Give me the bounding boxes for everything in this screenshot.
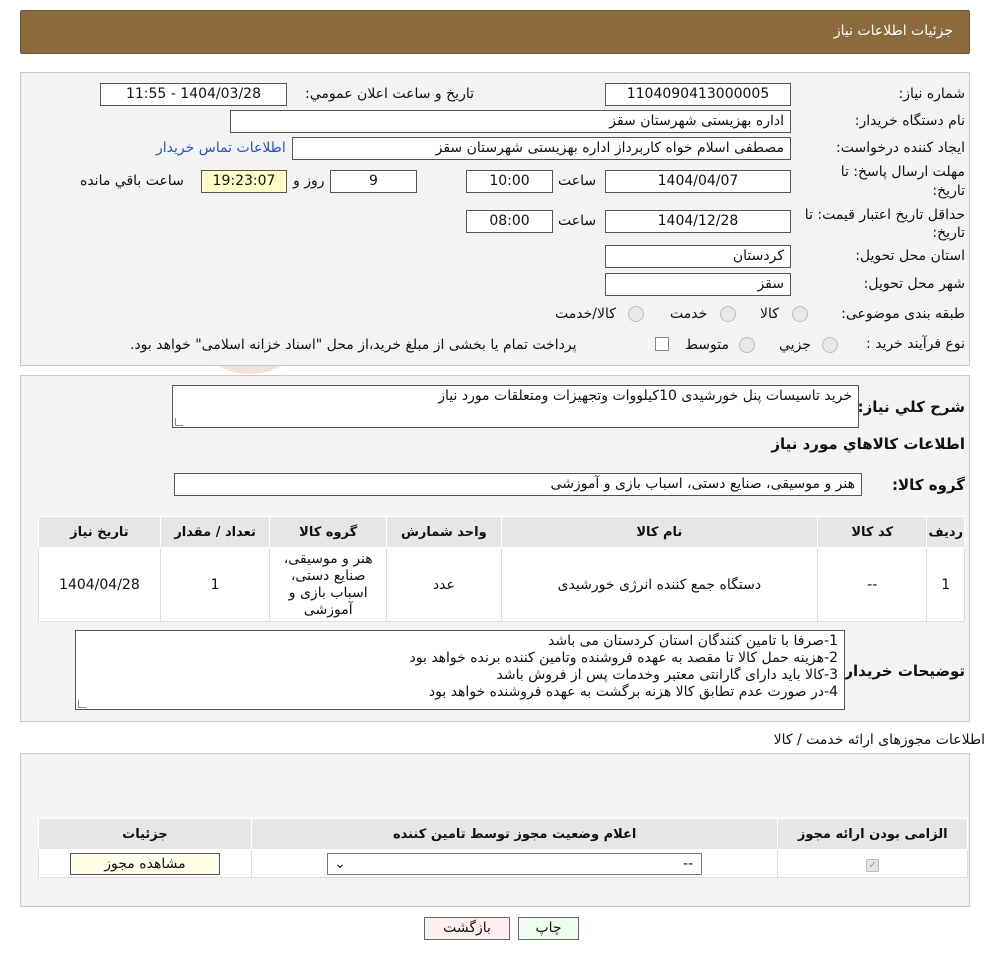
city-field: سقز bbox=[605, 273, 791, 296]
cell-permit-required: ✓ bbox=[777, 849, 968, 878]
goods-section-title: اطلاعات کالاهاي مورد نیاز bbox=[771, 435, 965, 453]
remaining-time-label: ساعت باقي مانده bbox=[80, 173, 184, 189]
category-service-label: خدمت bbox=[670, 306, 708, 322]
col-name: نام کالا bbox=[500, 516, 819, 548]
validity-date-field: 1404/12/28 bbox=[605, 210, 791, 233]
col-group: گروه کالا bbox=[269, 516, 388, 548]
chevron-down-icon: ⌄ bbox=[334, 855, 346, 872]
purchase-minor-radio[interactable] bbox=[822, 337, 838, 353]
purchase-minor-label: جزیي bbox=[779, 337, 811, 353]
goods-group-field: هنر و موسیقی، صنایع دستی، اسباب بازی و آ… bbox=[174, 473, 862, 496]
col-code: کد کالا bbox=[817, 516, 928, 548]
goods-table-header-row: ردیف کد کالا نام کالا واحد شمارش گروه کا… bbox=[38, 516, 965, 548]
col-qty: تعداد / مقدار bbox=[159, 516, 271, 548]
purchase-type-label: نوع فرآیند خرید : bbox=[866, 336, 965, 352]
province-field: کردستان bbox=[605, 245, 791, 268]
buyer-note-line-2: 2-هزینه حمل کالا تا مقصد به عهده فروشنده… bbox=[409, 650, 839, 666]
description-label: شرح کلي نیاز: bbox=[857, 398, 965, 416]
page-title: جزئیات اطلاعات نیاز bbox=[833, 23, 953, 39]
need-number-label: شماره نیاز: bbox=[898, 86, 966, 102]
announce-datetime-label: تاریخ و ساعت اعلان عمومي: bbox=[305, 86, 474, 102]
col-unit: واحد شمارش bbox=[386, 516, 502, 548]
cell-code: -- bbox=[817, 547, 928, 622]
cell-group: هنر و موسیقی، صنایع دستی، اسباب بازی و آ… bbox=[269, 547, 388, 622]
cell-index: 1 bbox=[926, 547, 965, 622]
deadline-time-label: ساعت bbox=[558, 173, 597, 189]
deadline-time-field: 10:00 bbox=[466, 170, 553, 193]
category-goods-service-label: کالا/خدمت bbox=[555, 306, 616, 322]
deadline-label-line2: تاریخ: bbox=[932, 183, 965, 199]
buyer-note-line-1: 1-صرفا با تامین کنندگان استان کردستان می… bbox=[547, 633, 838, 649]
city-label: شهر محل تحویل: bbox=[863, 276, 965, 292]
need-number-field: 1104090413000005 bbox=[605, 83, 791, 106]
deadline-days-label: روز و bbox=[293, 173, 325, 189]
cell-qty: 1 bbox=[159, 547, 271, 622]
purchase-medium-label: متوسط bbox=[685, 337, 729, 353]
category-service-radio[interactable] bbox=[720, 306, 736, 322]
deadline-label-line1: مهلت ارسال پاسخ: تا bbox=[840, 164, 965, 180]
province-label: استان محل تحویل: bbox=[855, 248, 965, 264]
permits-table-header-row: الزامی بودن ارائه مجوز اعلام وضعیت مجوز … bbox=[38, 818, 968, 850]
permit-status-select-value: -- bbox=[683, 855, 694, 872]
cell-unit: عدد bbox=[386, 547, 502, 622]
col-permit-status: اعلام وضعیت مجوز توسط تامین کننده bbox=[250, 818, 779, 850]
buyer-note-line-4: 4-در صورت عدم تطابق کالا هزنه برگشت به ع… bbox=[428, 684, 838, 700]
permits-table: الزامی بودن ارائه مجوز اعلام وضعیت مجوز … bbox=[38, 818, 968, 878]
category-label: طبقه بندی موضوعی: bbox=[841, 306, 965, 322]
description-textarea: خرید تاسیسات پنل خورشیدی 10کیلووات وتجهی… bbox=[172, 385, 859, 428]
table-row: ✓ ⌄ -- مشاهده مجوز bbox=[38, 849, 968, 878]
buyer-notes-label: توضیحات خریدار: bbox=[838, 662, 965, 680]
requester-label: ایجاد کننده درخواست: bbox=[836, 140, 965, 156]
category-goods-radio[interactable] bbox=[792, 306, 808, 322]
table-row: 1 -- دستگاه جمع کننده انرژی خورشیدی عدد … bbox=[38, 547, 965, 622]
description-text: خرید تاسیسات پنل خورشیدی 10کیلووات وتجهی… bbox=[438, 388, 852, 404]
validity-label-line1: حداقل تاریخ اعتبار قیمت: تا bbox=[804, 207, 965, 223]
col-permit-details: جزئیات bbox=[38, 818, 252, 850]
view-permit-button[interactable]: مشاهده مجوز bbox=[69, 852, 220, 875]
treasury-note: پرداخت تمام یا بخشی از مبلغ خرید،از محل … bbox=[130, 337, 577, 353]
buyer-org-label: نام دستگاه خریدار: bbox=[854, 113, 965, 129]
validity-time-field: 08:00 bbox=[466, 210, 553, 233]
category-goods-label: کالا bbox=[760, 306, 779, 322]
buyer-notes-textarea: 1-صرفا با تامین کنندگان استان کردستان می… bbox=[75, 630, 845, 710]
requester-field: مصطفی اسلام خواه کاربرداز اداره بهزیستی … bbox=[292, 137, 791, 160]
page-header: جزئیات اطلاعات نیاز bbox=[20, 10, 970, 54]
cell-name: دستگاه جمع کننده انرژی خورشیدی bbox=[500, 547, 819, 622]
resize-handle-icon[interactable] bbox=[78, 700, 86, 708]
buyer-org-field: اداره بهزیستی شهرستان سقز bbox=[230, 110, 791, 133]
permit-status-select[interactable]: ⌄ -- bbox=[327, 852, 703, 875]
buyer-note-line-3: 3-کالا باید دارای گارانتی معتبر وخدمات پ… bbox=[496, 667, 839, 683]
remaining-time-field: 19:23:07 bbox=[201, 170, 287, 193]
resize-handle-icon[interactable] bbox=[175, 418, 183, 426]
col-index: ردیف bbox=[926, 516, 965, 548]
purchase-medium-radio[interactable] bbox=[739, 337, 755, 353]
permits-title: اطلاعات مجوزهای ارائه خدمت / کالا bbox=[773, 732, 985, 748]
goods-group-label: گروه کالا: bbox=[892, 476, 965, 494]
cell-permit-details: مشاهده مجوز bbox=[38, 849, 252, 878]
validity-time-label: ساعت bbox=[558, 213, 597, 229]
back-button[interactable]: بازگشت bbox=[424, 917, 510, 940]
validity-label-line2: تاریخ: bbox=[932, 225, 965, 241]
deadline-date-field: 1404/04/07 bbox=[605, 170, 791, 193]
col-date: تاریخ نیاز bbox=[38, 516, 161, 548]
deadline-days-field: 9 bbox=[330, 170, 417, 193]
treasury-checkbox[interactable] bbox=[655, 337, 669, 351]
buyer-contact-link[interactable]: اطلاعات تماس خریدار bbox=[156, 140, 286, 156]
col-permit-required: الزامی بودن ارائه مجوز bbox=[777, 818, 968, 850]
cell-date: 1404/04/28 bbox=[38, 547, 161, 622]
category-goods-service-radio[interactable] bbox=[628, 306, 644, 322]
announce-datetime-field: 1404/03/28 - 11:55 bbox=[100, 83, 287, 106]
print-button[interactable]: چاپ bbox=[518, 917, 579, 940]
cell-permit-status: ⌄ -- bbox=[250, 849, 779, 878]
goods-table: ردیف کد کالا نام کالا واحد شمارش گروه کا… bbox=[38, 516, 965, 622]
required-checkbox-checked-icon[interactable]: ✓ bbox=[866, 858, 880, 872]
